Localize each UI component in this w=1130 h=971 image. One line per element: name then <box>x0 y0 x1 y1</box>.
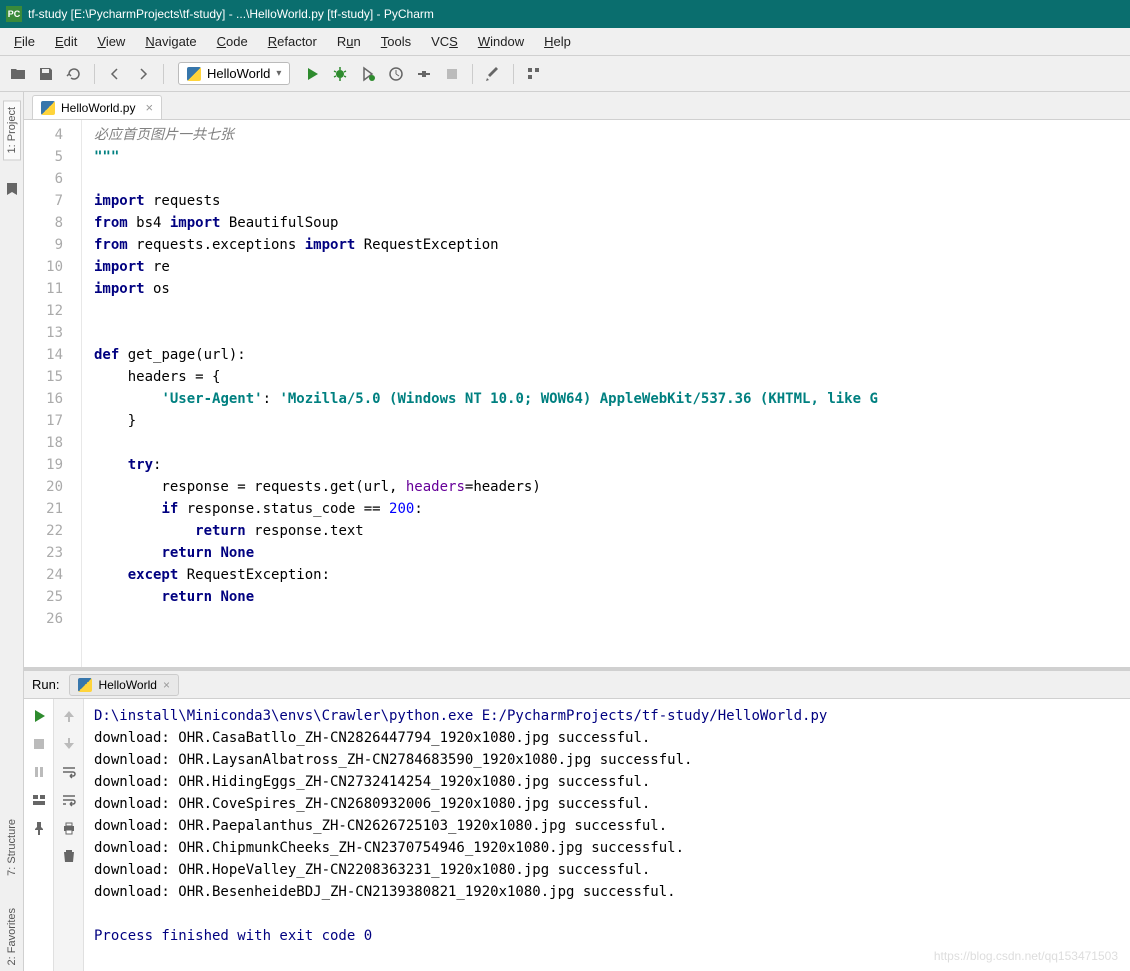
back-icon[interactable] <box>103 62 127 86</box>
attach-icon[interactable] <box>412 62 436 86</box>
print-icon[interactable] <box>58 817 80 839</box>
menu-code[interactable]: Code <box>207 30 258 53</box>
menu-refactor[interactable]: Refactor <box>258 30 327 53</box>
code-area[interactable]: 必应首页图片一共七张""" import requestsfrom bs4 im… <box>82 120 1130 667</box>
menu-tools[interactable]: Tools <box>371 30 421 53</box>
menu-help[interactable]: Help <box>534 30 581 53</box>
run-tool-window: Run: HelloWorld × <box>24 667 1130 971</box>
run-config-name: HelloWorld <box>207 66 270 81</box>
editor-tab-label: HelloWorld.py <box>61 101 135 115</box>
main-toolbar: HelloWorld ▾ <box>0 56 1130 92</box>
pycharm-icon: PC <box>6 6 22 22</box>
debug-icon[interactable] <box>328 62 352 86</box>
down-icon[interactable] <box>58 733 80 755</box>
save-icon[interactable] <box>34 62 58 86</box>
menu-bar: File Edit View Navigate Code Refactor Ru… <box>0 28 1130 56</box>
editor-tab-bar: HelloWorld.py × <box>24 92 1130 120</box>
run-controls-left2 <box>54 699 84 971</box>
menu-view[interactable]: View <box>87 30 135 53</box>
run-config-selector[interactable]: HelloWorld ▾ <box>178 62 290 85</box>
stop-icon[interactable] <box>440 62 464 86</box>
open-icon[interactable] <box>6 62 30 86</box>
window-titlebar: PC tf-study [E:\PycharmProjects\tf-study… <box>0 0 1130 28</box>
layout-icon[interactable] <box>28 789 50 811</box>
editor-tab-helloworld[interactable]: HelloWorld.py × <box>32 95 162 119</box>
structure-toolbar-icon[interactable] <box>522 62 546 86</box>
refresh-icon[interactable] <box>62 62 86 86</box>
python-file-icon <box>41 101 55 115</box>
coverage-icon[interactable] <box>356 62 380 86</box>
line-number-gutter: 4567891011121314151617181920212223242526 <box>24 120 82 667</box>
pin-icon[interactable] <box>28 817 50 839</box>
window-title: tf-study [E:\PycharmProjects\tf-study] -… <box>28 7 434 21</box>
run-tab-label: HelloWorld <box>98 678 156 692</box>
code-editor[interactable]: 4567891011121314151617181920212223242526… <box>24 120 1130 667</box>
pause-icon[interactable] <box>28 761 50 783</box>
left-tool-strip: 1: Project 7: Structure 2: Favorites <box>0 92 24 971</box>
bookmarks-icon[interactable] <box>3 180 21 198</box>
run-output[interactable]: D:\install\Miniconda3\envs\Crawler\pytho… <box>84 699 1130 971</box>
trash-icon[interactable] <box>58 845 80 867</box>
menu-window[interactable]: Window <box>468 30 534 53</box>
favorites-tool-tab[interactable]: 2: Favorites <box>4 902 20 971</box>
close-run-tab-icon[interactable]: × <box>163 678 170 692</box>
chevron-down-icon: ▾ <box>276 68 281 79</box>
soft-wrap-icon[interactable] <box>58 761 80 783</box>
run-controls-left <box>24 699 54 971</box>
up-icon[interactable] <box>58 705 80 727</box>
menu-navigate[interactable]: Navigate <box>135 30 206 53</box>
menu-file[interactable]: File <box>4 30 45 53</box>
menu-run[interactable]: Run <box>327 30 371 53</box>
scroll-to-end-icon[interactable] <box>58 789 80 811</box>
watermark-text: https://blog.csdn.net/qq153471503 <box>934 949 1118 963</box>
rerun-icon[interactable] <box>28 705 50 727</box>
forward-icon[interactable] <box>131 62 155 86</box>
stop-run-icon[interactable] <box>28 733 50 755</box>
close-tab-icon[interactable]: × <box>145 100 153 115</box>
python-icon <box>78 678 92 692</box>
structure-tool-tab[interactable]: 7: Structure <box>4 813 20 882</box>
project-tool-tab[interactable]: 1: Project <box>3 100 21 160</box>
run-label: Run: <box>32 677 59 692</box>
run-icon[interactable] <box>300 62 324 86</box>
menu-edit[interactable]: Edit <box>45 30 87 53</box>
menu-vcs[interactable]: VCS <box>421 30 468 53</box>
profile-icon[interactable] <box>384 62 408 86</box>
run-tab-helloworld[interactable]: HelloWorld × <box>69 674 178 696</box>
python-icon <box>187 67 201 81</box>
settings-icon[interactable] <box>481 62 505 86</box>
